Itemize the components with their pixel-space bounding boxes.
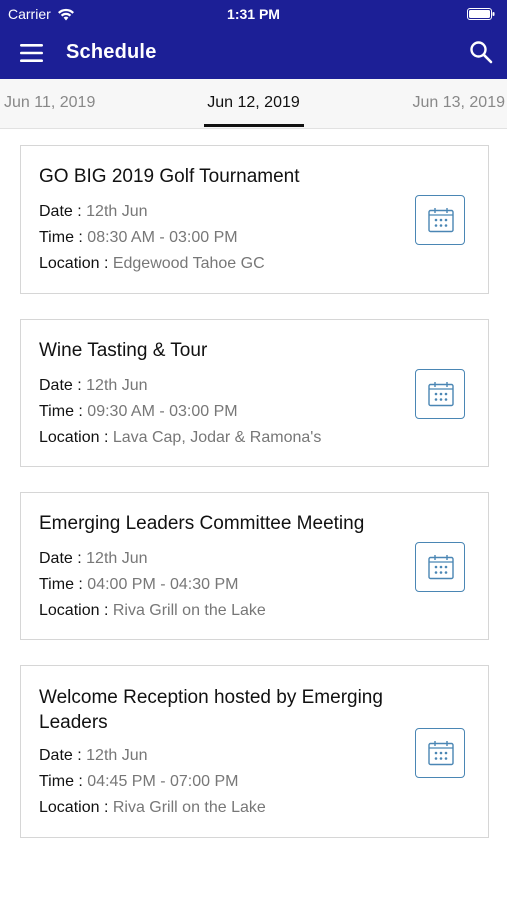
- event-time-line: Time : 04:45 PM - 07:00 PM: [39, 771, 238, 793]
- status-time: 1:31 PM: [227, 6, 280, 22]
- event-date-line: Date : 12th Jun: [39, 548, 148, 570]
- menu-icon[interactable]: [20, 43, 44, 63]
- event-title: Welcome Reception hosted by Emerging Lea…: [39, 687, 383, 733]
- location-label: Location :: [39, 799, 113, 816]
- date-label: Date :: [39, 203, 87, 220]
- event-time-line: Time : 04:00 PM - 04:30 PM: [39, 574, 238, 596]
- event-location: Edgewood Tahoe GC: [112, 255, 265, 272]
- event-location-line: Location : Riva Grill on the Lake: [39, 600, 266, 622]
- event-date-line: Date : 12th Jun: [39, 375, 148, 397]
- calendar-icon: [428, 208, 454, 233]
- event-time: 04:00 PM - 04:30 PM: [87, 576, 239, 593]
- date-label: Date :: [39, 747, 87, 764]
- event-title: GO BIG 2019 Golf Tournament: [39, 166, 300, 187]
- event-card[interactable]: GO BIG 2019 Golf Tournament Date : 12th …: [20, 145, 489, 294]
- event-card[interactable]: Emerging Leaders Committee Meeting Date …: [20, 492, 489, 640]
- location-label: Location :: [39, 255, 113, 272]
- event-location: Riva Grill on the Lake: [112, 602, 266, 619]
- event-location: Riva Grill on the Lake: [112, 799, 266, 816]
- event-card[interactable]: Welcome Reception hosted by Emerging Lea…: [20, 665, 489, 838]
- calendar-icon: [428, 741, 454, 766]
- time-label: Time :: [39, 403, 88, 420]
- time-label: Time :: [39, 576, 88, 593]
- battery-icon: [467, 8, 495, 20]
- top-bar: Carrier 1:31 PM Schedule: [0, 0, 507, 79]
- event-time: 04:45 PM - 07:00 PM: [87, 773, 239, 790]
- event-date: 12th Jun: [86, 377, 148, 394]
- add-to-calendar-button[interactable]: [415, 195, 465, 245]
- event-date: 12th Jun: [86, 747, 148, 764]
- event-location: Lava Cap, Jodar & Ramona's: [112, 429, 322, 446]
- location-label: Location :: [39, 602, 113, 619]
- active-tab-indicator: [204, 124, 304, 127]
- event-time: 09:30 AM - 03:00 PM: [87, 403, 238, 420]
- tab-next-date[interactable]: Jun 13, 2019: [412, 94, 505, 112]
- date-label: Date :: [39, 377, 87, 394]
- location-label: Location :: [39, 429, 113, 446]
- search-icon[interactable]: [469, 40, 493, 64]
- page-title: Schedule: [66, 41, 157, 63]
- add-to-calendar-button[interactable]: [415, 728, 465, 778]
- event-date: 12th Jun: [86, 203, 148, 220]
- event-title: Emerging Leaders Committee Meeting: [39, 513, 365, 534]
- event-time-line: Time : 09:30 AM - 03:00 PM: [39, 401, 238, 423]
- time-label: Time :: [39, 229, 88, 246]
- calendar-icon: [428, 555, 454, 580]
- time-label: Time :: [39, 773, 88, 790]
- date-tab-bar: Jun 11, 2019 Jun 12, 2019 Jun 13, 2019: [0, 79, 507, 129]
- event-location-line: Location : Edgewood Tahoe GC: [39, 253, 265, 275]
- event-date: 12th Jun: [86, 550, 148, 567]
- event-date-line: Date : 12th Jun: [39, 745, 148, 767]
- event-title: Wine Tasting & Tour: [39, 340, 208, 361]
- add-to-calendar-button[interactable]: [415, 369, 465, 419]
- status-bar: Carrier 1:31 PM: [0, 0, 507, 28]
- event-date-line: Date : 12th Jun: [39, 201, 148, 223]
- add-to-calendar-button[interactable]: [415, 542, 465, 592]
- calendar-icon: [428, 382, 454, 407]
- event-location-line: Location : Riva Grill on the Lake: [39, 797, 266, 819]
- navigation-bar: Schedule: [0, 30, 507, 76]
- event-time-line: Time : 08:30 AM - 03:00 PM: [39, 227, 238, 249]
- event-time: 08:30 AM - 03:00 PM: [87, 229, 238, 246]
- date-label: Date :: [39, 550, 87, 567]
- event-location-line: Location : Lava Cap, Jodar & Ramona's: [39, 427, 321, 449]
- event-card[interactable]: Wine Tasting & Tour Date : 12th Jun Time…: [20, 319, 489, 467]
